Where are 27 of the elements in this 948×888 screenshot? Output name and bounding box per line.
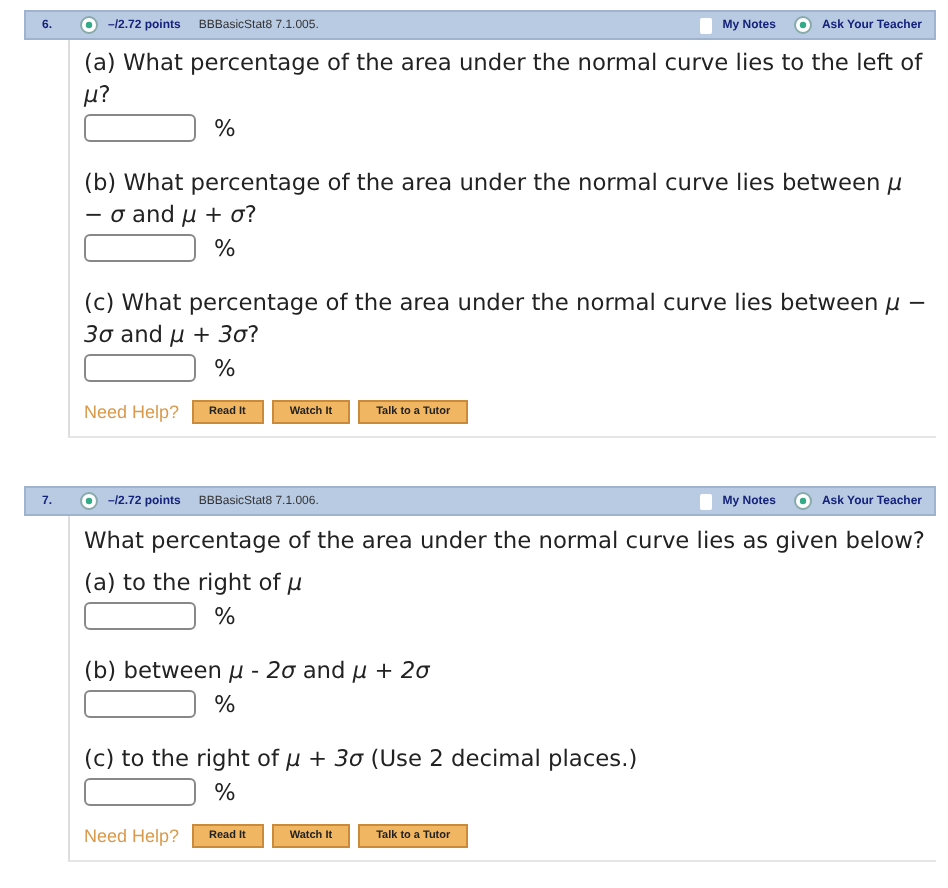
question-text: (c) to the right of μ + 3σ (Use 2 decimal places.)	[84, 742, 640, 774]
unit-label: %	[214, 114, 236, 142]
answer-field[interactable]	[84, 234, 196, 262]
notes-icon	[700, 17, 713, 33]
radio-icon	[80, 492, 98, 510]
question-text: (c) What percentage of the area under the normal curve lies between μ − 3σ and μ + 3σ?	[84, 286, 928, 350]
question-text: What percentage of the area under the normal curve lies as given below?	[84, 524, 927, 556]
answer-field[interactable]	[84, 354, 196, 382]
question-text: (a) What percentage of the area under the normal curve lies to the left of μ?	[84, 46, 925, 110]
radio-icon	[80, 16, 98, 34]
radio-icon	[793, 16, 812, 34]
answer-field[interactable]	[84, 778, 196, 806]
question-text: (b) between μ - 2σ and μ + 2σ	[84, 654, 432, 686]
unit-label: %	[214, 778, 236, 806]
question-text: (b) What percentage of the area under the normal curve lies between μ − σ and μ + σ?	[84, 166, 905, 230]
unit-label: %	[214, 354, 236, 382]
unit-label: %	[214, 602, 236, 630]
notes-icon	[700, 493, 713, 509]
radio-icon	[793, 492, 812, 510]
unit-label: %	[214, 234, 236, 262]
answer-field[interactable]	[84, 602, 196, 630]
answer-field[interactable]	[84, 114, 196, 142]
unit-label: %	[214, 690, 236, 718]
answer-field[interactable]	[84, 690, 196, 718]
question-text: (a) to the right of μ	[84, 566, 305, 598]
need-help-label: Need Help?	[84, 826, 180, 846]
need-help-label: Need Help?	[84, 402, 180, 422]
